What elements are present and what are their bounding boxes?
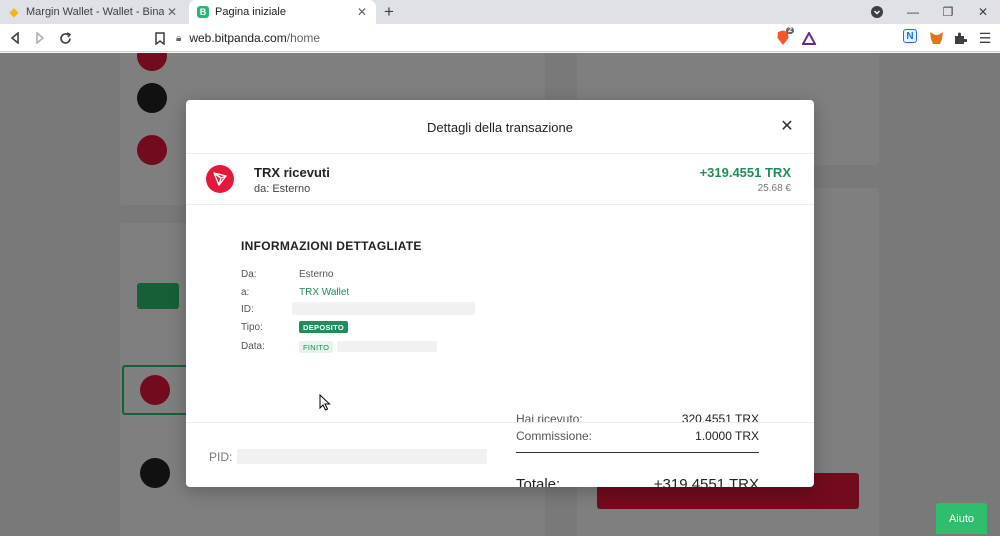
new-tab-icon[interactable]: + xyxy=(384,2,394,22)
redacted-date xyxy=(337,341,437,352)
modal-header: Dettagli della transazione ✕ xyxy=(186,100,814,154)
transaction-summary: TRX ricevuti da: Esterno +319.4551 TRX 2… xyxy=(186,154,814,205)
detail-label-to: a: xyxy=(241,287,250,298)
status-badge: FINITO xyxy=(299,341,334,353)
modal-title: Dettagli della transazione xyxy=(427,120,573,135)
tab-title: Pagina iniziale xyxy=(215,6,286,18)
type-badge: DEPOSITO xyxy=(299,321,349,333)
forward-icon[interactable] xyxy=(31,29,49,47)
bookmark-icon[interactable] xyxy=(151,29,169,47)
lock-icon: 🔒︎ xyxy=(176,32,182,44)
detail-label-id: ID: xyxy=(241,304,254,315)
browser-toolbar: 🔒︎ web.bitpanda.com/home 2 N ☰ xyxy=(0,24,1000,52)
menu-icon[interactable]: ☰ xyxy=(976,29,994,47)
browser-tab-bar: ◆ Margin Wallet - Wallet - Binance ✕ B P… xyxy=(0,0,1000,24)
summary-title: TRX ricevuti xyxy=(254,165,330,180)
summary-fiat-value: 25.68 € xyxy=(757,183,791,194)
close-icon[interactable]: ✕ xyxy=(778,117,796,135)
mouse-cursor-icon xyxy=(319,393,331,416)
url-host: web.bitpanda.com xyxy=(189,31,287,45)
brave-badge: 2 xyxy=(786,27,794,34)
tron-icon xyxy=(206,165,234,193)
redacted-pid xyxy=(237,449,487,464)
close-tab-icon[interactable]: ✕ xyxy=(354,5,370,19)
brave-rewards-icon[interactable] xyxy=(800,29,818,47)
minimize-icon[interactable]: — xyxy=(898,0,928,24)
detail-label-type: Tipo: xyxy=(241,322,263,333)
pid-label: PID: xyxy=(209,450,233,464)
tab-bitpanda[interactable]: B Pagina iniziale ✕ xyxy=(189,0,376,24)
transaction-details: INFORMAZIONI DETTAGLIATE Da: Esterno a: … xyxy=(186,205,814,487)
help-button[interactable]: Aiuto xyxy=(936,503,987,534)
url-path: /home xyxy=(286,31,321,45)
transaction-details-modal: Dettagli della transazione ✕ TRX ricevut… xyxy=(186,100,814,487)
notion-extension-icon[interactable]: N xyxy=(903,29,917,43)
binance-icon: ◆ xyxy=(9,5,19,19)
detail-label-date: Data: xyxy=(241,341,265,352)
address-bar[interactable]: 🔒︎ web.bitpanda.com/home xyxy=(176,27,768,49)
detail-value-from: Esterno xyxy=(299,269,334,280)
detail-label-from: Da: xyxy=(241,269,257,280)
bitpanda-icon: B xyxy=(197,6,209,18)
summary-source: da: Esterno xyxy=(254,183,311,195)
detail-value-to-link[interactable]: TRX Wallet xyxy=(299,287,349,298)
tab-search-icon[interactable] xyxy=(862,0,892,24)
tab-binance[interactable]: ◆ Margin Wallet - Wallet - Binance ✕ xyxy=(0,0,186,24)
modal-footer: PID: xyxy=(186,422,814,487)
reload-icon[interactable] xyxy=(56,29,74,47)
details-section-title: INFORMAZIONI DETTAGLIATE xyxy=(241,239,422,253)
metamask-icon[interactable] xyxy=(927,29,945,47)
tab-title: Margin Wallet - Wallet - Binance xyxy=(26,6,164,18)
extensions-puzzle-icon[interactable] xyxy=(951,29,969,47)
maximize-icon[interactable]: ❐ xyxy=(933,0,963,24)
summary-amount: +319.4551 TRX xyxy=(699,165,791,180)
back-icon[interactable] xyxy=(6,29,24,47)
brave-shields-icon[interactable]: 2 xyxy=(774,27,794,47)
redacted-id xyxy=(292,302,475,315)
window-close-icon[interactable]: ✕ xyxy=(968,0,998,24)
close-tab-icon[interactable]: ✕ xyxy=(164,5,180,19)
